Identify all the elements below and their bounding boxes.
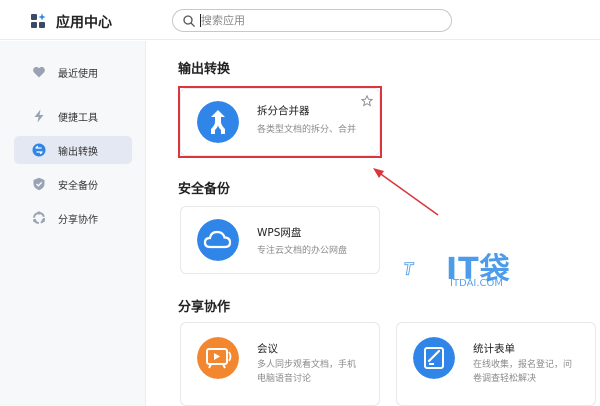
- search-input[interactable]: [201, 12, 441, 29]
- card-title: 会议: [257, 343, 278, 355]
- heart-icon: [33, 66, 45, 78]
- share-ring-icon: [33, 211, 45, 224]
- sidebar-item-label: 最近使用: [58, 68, 98, 80]
- sidebar-item-label: 分享协作: [58, 214, 98, 226]
- form-icon: [413, 337, 455, 379]
- app-card-wps-cloud[interactable]: WPS网盘 专注云文档的办公网盘: [180, 206, 380, 274]
- card-desc: 电脑语音讨论: [257, 374, 312, 384]
- top-bar: 应用中心: [0, 0, 600, 40]
- sidebar-item-tools[interactable]: 便捷工具: [14, 102, 132, 130]
- cloud-icon: [197, 219, 239, 261]
- search-box[interactable]: [172, 9, 452, 32]
- shield-icon: [33, 177, 45, 191]
- card-desc: 卷调查轻松解决: [473, 374, 537, 384]
- highlight-annotation-box: [178, 86, 382, 158]
- convert-icon: [32, 143, 46, 157]
- card-title: 统计表单: [473, 343, 515, 355]
- app-title: 应用中心: [56, 15, 112, 31]
- section-title-share: 分享协作: [178, 300, 231, 315]
- sidebar: 最近使用 便捷工具 输出转换 安全备份 分享协作: [0, 41, 146, 406]
- sidebar-item-label: 输出转换: [58, 146, 98, 158]
- itdai-watermark-logo-icon: [404, 262, 415, 276]
- app-card-stat-form[interactable]: 统计表单 在线收集，报名登记，问 卷调查轻松解决: [396, 322, 596, 406]
- app-card-meeting[interactable]: 会议 多人同步观看文档，手机 电脑语音讨论: [180, 322, 380, 406]
- card-title: WPS网盘: [257, 227, 302, 239]
- app-center-logo-icon: [31, 13, 46, 28]
- sidebar-item-label: 便捷工具: [58, 112, 98, 124]
- card-desc: 专注云文档的办公网盘: [257, 246, 348, 256]
- card-desc: 多人同步观看文档，手机: [257, 360, 357, 370]
- sidebar-item-backup[interactable]: 安全备份: [14, 170, 132, 198]
- sidebar-item-output-convert[interactable]: 输出转换: [14, 136, 132, 164]
- sidebar-item-share[interactable]: 分享协作: [14, 204, 132, 232]
- card-desc: 在线收集，报名登记，问: [473, 360, 573, 370]
- search-icon: [183, 15, 195, 27]
- meeting-icon: [197, 337, 239, 379]
- sidebar-item-label: 安全备份: [58, 180, 98, 192]
- section-title-backup: 安全备份: [178, 182, 231, 197]
- watermark-subtext: ITDAI.COM: [450, 278, 504, 289]
- lightning-icon: [34, 109, 44, 123]
- sidebar-item-recent[interactable]: 最近使用: [14, 58, 132, 86]
- section-title-output: 输出转换: [178, 62, 231, 77]
